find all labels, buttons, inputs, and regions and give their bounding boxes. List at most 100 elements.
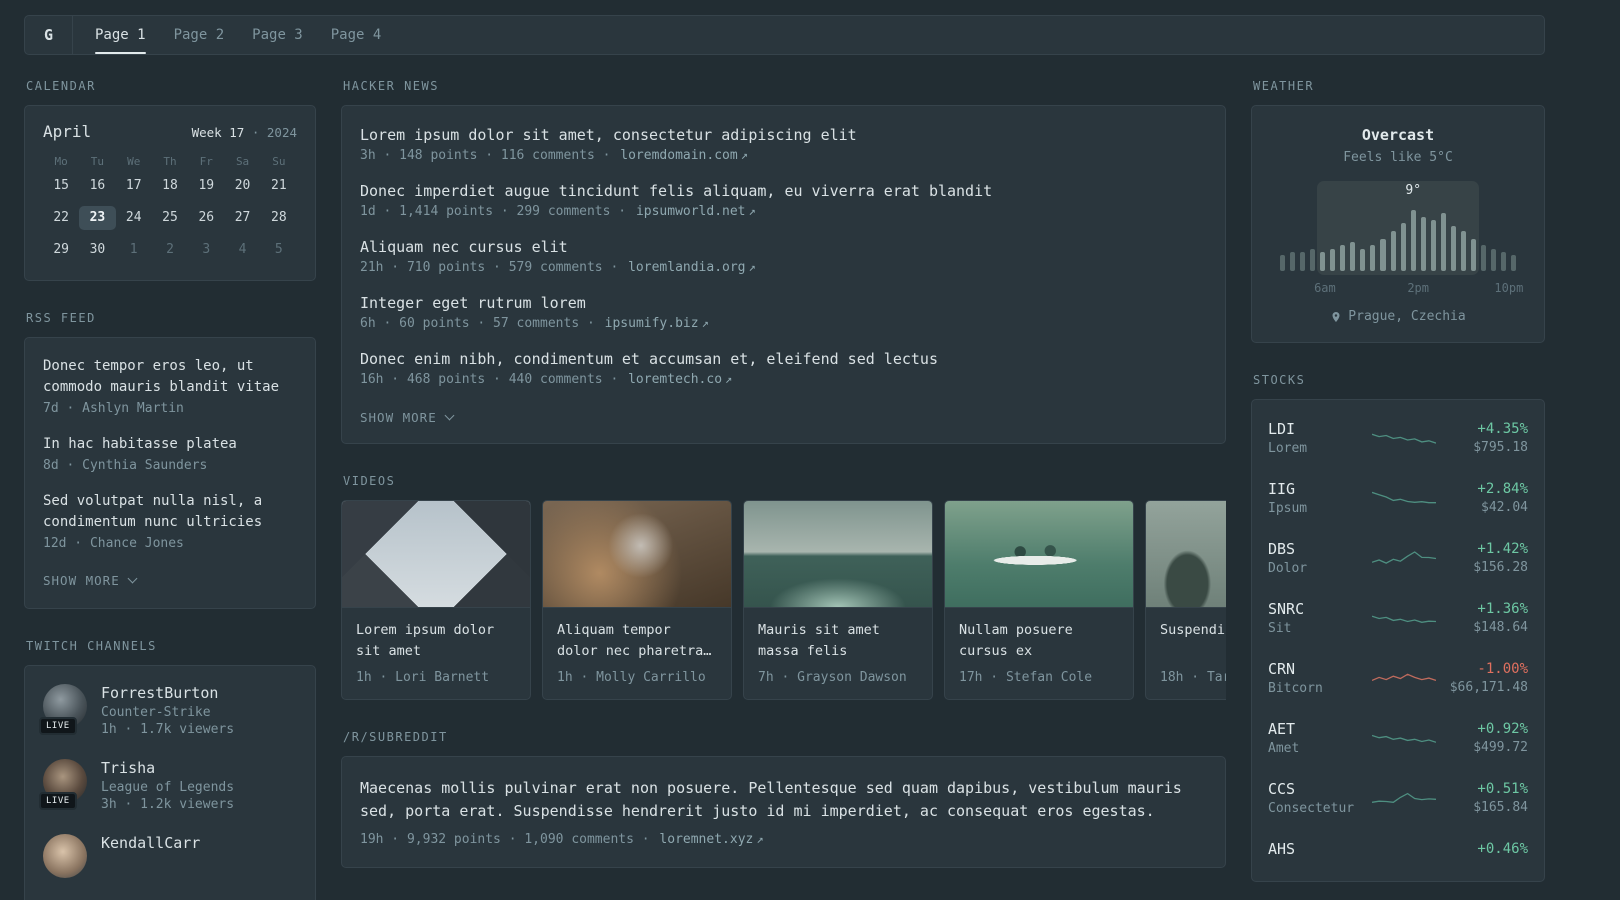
video-thumbnail [543,501,731,608]
stock-symbol: AHS [1268,840,1296,858]
calendar-day: 28 [271,210,287,225]
weather-location: Prague, Czechia [1272,309,1524,324]
stocks-section: STOCKS LDI Lorem +4.35% $795.18 IIG Ipsu… [1251,373,1545,882]
video-thumbnail [1146,501,1226,608]
calendar-day: 17 [125,178,142,193]
hn-domain-link[interactable]: loremtech.co [628,372,722,387]
hn-item-title[interactable]: Lorem ipsum dolor sit amet, consectetur … [360,126,1207,144]
stock-values: +0.46% [1444,841,1528,860]
hn-item-title[interactable]: Donec imperdiet augue tincidunt felis al… [360,182,1207,200]
stock-id: AHS [1268,840,1364,861]
video-meta: 7h · Grayson Dawson [758,670,907,685]
section-header-calendar: CALENDAR [26,79,96,93]
stock-name: Sit [1268,621,1292,636]
stock-symbol: DBS [1268,540,1296,558]
calendar-day: 15 [53,178,69,193]
hn-show-more-button[interactable]: SHOW MORE [360,406,455,431]
stock-row[interactable]: SNRC Sit +1.36% $148.64 [1268,588,1528,648]
app-logo[interactable]: G [25,16,73,54]
stock-row[interactable]: AHS +0.46% [1268,828,1528,873]
external-link-icon: ↗ [725,372,733,386]
hn-item-title[interactable]: Integer eget rutrum lorem [360,294,1207,312]
channel-info: KendallCarr [101,834,200,878]
stock-row[interactable]: LDI Lorem +4.35% $795.18 [1268,408,1528,468]
hn-item-meta: 16h · 468 points · 440 comments · loremt… [360,372,1207,387]
chevron-down-icon [127,573,138,584]
post-meta: 19h · 9,932 points · 1,090 comments · lo… [360,832,1207,847]
stock-name: Lorem [1268,441,1308,456]
hn-item-meta: 1d · 1,414 points · 299 comments · ipsum… [360,204,1207,219]
calendar-section: CALENDAR April Week 17 · 2024 Mo Tu We T… [24,79,316,281]
time-label: 2pm [1407,281,1429,295]
external-link-icon: ↗ [701,316,709,330]
calendar-day: 4 [238,242,247,257]
video-card[interactable]: Nullam posuere cursus ex 17h · Stefan Co… [944,500,1134,700]
stock-price: $165.84 [1473,800,1528,815]
stock-values: +1.42% $156.28 [1444,541,1528,575]
weekday-label: Mo [54,155,68,168]
stock-row[interactable]: DBS Dolor +1.42% $156.28 [1268,528,1528,588]
tab-page-1[interactable]: Page 1 [81,16,160,54]
stock-row[interactable]: CRN Bitcorn -1.00% $66,171.48 [1268,648,1528,708]
hn-domain-link[interactable]: loremdomain.com [620,148,737,163]
hn-meta-text: 1d · 1,414 points · 299 comments · [360,204,627,219]
channel-name: KendallCarr [101,834,201,852]
calendar-separator: · [251,125,260,140]
calendar-day-selected: 23 [79,206,116,230]
current-temp-label: 9° [1405,183,1422,198]
stock-sparkline [1364,546,1444,570]
calendar-day: 16 [89,178,106,193]
tab-page-2[interactable]: Page 2 [160,16,239,54]
twitch-channel-row[interactable]: LIVE ForrestBurton Counter-Strike 1h · 1… [39,684,297,737]
post-title[interactable]: Maecenas mollis pulvinar erat non posuer… [360,777,1207,824]
video-card[interactable]: Mauris sit amet massa felis 7h · Grayson… [743,500,933,700]
video-title: Aliquam tempor dolor nec pharetra… [557,622,712,659]
rss-item-title[interactable]: Sed volutpat nulla nisl, a condimentum n… [43,491,297,533]
video-meta: 18h · Tara [1160,670,1226,685]
weekday-label: Fr [199,155,213,168]
subreddit-section: /R/SUBREDDIT Maecenas mollis pulvinar er… [341,730,1226,868]
video-title: Mauris sit amet massa felis [758,622,880,659]
calendar-day: 1 [129,242,138,257]
video-title: Suspendisse diam [1160,622,1226,638]
hn-item-meta: 21h · 710 points · 579 comments · loreml… [360,260,1207,275]
channel-viewers: 3h · 1.2k viewers [101,797,235,812]
hn-item-title[interactable]: Donec enim nibh, condimentum et accumsan… [360,350,1207,368]
video-card[interactable]: Lorem ipsum dolor sit amet consectetu… 1… [341,500,531,700]
left-column: CALENDAR April Week 17 · 2024 Mo Tu We T… [24,79,316,900]
twitch-channel-row[interactable]: LIVE Trisha League of Legends 3h · 1.2k … [39,759,297,812]
hn-item: Lorem ipsum dolor sit amet, consectetur … [360,126,1207,163]
video-card[interactable]: Suspendisse diam 18h · Tara [1145,500,1226,700]
stock-id: CCS Consectetur [1268,780,1364,816]
video-row: Lorem ipsum dolor sit amet consectetu… 1… [341,500,1226,700]
twitch-channel-row[interactable]: KendallCarr [43,834,297,878]
stock-row[interactable]: AET Amet +0.92% $499.72 [1268,708,1528,768]
hn-domain-link[interactable]: ipsumworld.net [636,204,746,219]
post-domain-link[interactable]: loremnet.xyz [659,832,753,847]
stock-row[interactable]: CCS Consectetur +0.51% $165.84 [1268,768,1528,828]
hn-item-title[interactable]: Aliquam nec cursus elit [360,238,1207,256]
hn-domain-link[interactable]: loremlandia.org [628,260,745,275]
rss-show-more-button[interactable]: SHOW MORE [43,569,138,594]
video-info: Aliquam tempor dolor nec pharetra… 1h · … [543,608,731,699]
weekday-label: Su [272,155,286,168]
stock-sparkline [1364,786,1444,810]
show-more-label: SHOW MORE [360,410,437,425]
page-tabs: Page 1 Page 2 Page 3 Page 4 [81,16,395,54]
calendar-header: April Week 17 · 2024 [43,122,297,141]
stock-row[interactable]: IIG Ipsum +2.84% $42.04 [1268,468,1528,528]
calendar-day: 26 [198,210,215,225]
tab-page-4[interactable]: Page 4 [317,16,396,54]
rss-item-title[interactable]: In hac habitasse platea [43,434,297,455]
videos-section: VIDEOS Lorem ipsum dolor sit amet consec… [341,474,1226,700]
calendar-day: 19 [198,178,215,193]
rss-item-title[interactable]: Donec tempor eros leo, ut commodo mauris… [43,356,297,398]
video-title: Nullam posuere cursus ex [959,622,1073,659]
tab-page-3[interactable]: Page 3 [238,16,317,54]
avatar [43,834,87,878]
rss-item-meta: 8d · Cynthia Saunders [43,458,208,473]
hn-item: Donec enim nibh, condimentum et accumsan… [360,350,1207,387]
video-card[interactable]: Aliquam tempor dolor nec pharetra… 1h · … [542,500,732,700]
hn-domain-link[interactable]: ipsumify.biz [605,316,699,331]
video-thumbnail [744,501,932,608]
